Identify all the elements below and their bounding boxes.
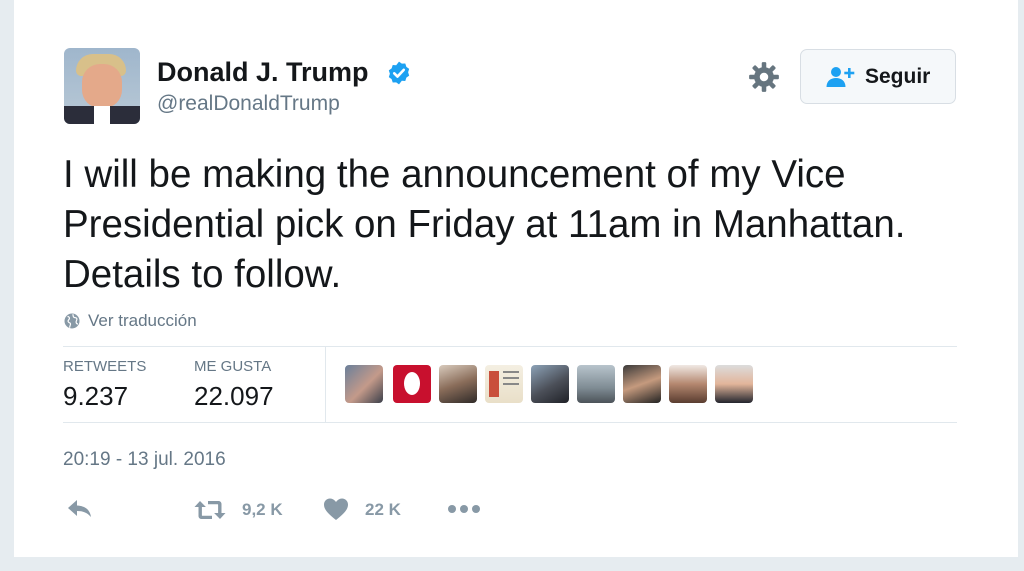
- retweet-button[interactable]: 9,2 K: [193, 497, 293, 523]
- likes-label: ME GUSTA: [194, 358, 272, 375]
- gear-icon[interactable]: [747, 60, 781, 94]
- translate-label: Ver traducción: [88, 311, 197, 330]
- liker-avatar-default[interactable]: [393, 365, 431, 403]
- divider: [63, 422, 957, 423]
- liker-avatar[interactable]: [531, 365, 569, 403]
- tweet-text: I will be making the announcement of my …: [63, 153, 906, 296]
- tweet-timestamp[interactable]: 20:19 - 13 jul. 2016: [63, 449, 226, 471]
- liker-avatar[interactable]: [439, 365, 477, 403]
- globe-icon: [64, 313, 80, 329]
- liker-avatar[interactable]: [485, 365, 523, 403]
- retweets-value: 9.237: [63, 381, 129, 411]
- retweet-icon: [194, 501, 226, 519]
- likes-value: 22.097: [194, 381, 274, 411]
- heart-icon: [324, 498, 348, 520]
- page-margin-right: [1018, 0, 1024, 571]
- like-count: 22 K: [365, 500, 401, 519]
- more-dots-icon[interactable]: [447, 503, 481, 515]
- stats-divider: [325, 347, 326, 422]
- liker-avatar[interactable]: [577, 365, 615, 403]
- liker-avatar[interactable]: [345, 365, 383, 403]
- user-display-name[interactable]: Donald J. Trump: [157, 57, 369, 88]
- liker-avatar[interactable]: [669, 365, 707, 403]
- retweets-label: RETWEETS: [63, 358, 147, 375]
- like-button[interactable]: 22 K: [323, 496, 413, 522]
- reply-icon[interactable]: [66, 498, 94, 520]
- follow-button[interactable]: Seguir: [800, 49, 956, 104]
- retweet-count: 9,2 K: [242, 500, 283, 519]
- page-margin-bottom: [0, 557, 1024, 571]
- user-handle[interactable]: @realDonaldTrump: [157, 92, 340, 116]
- add-user-icon: [826, 67, 855, 87]
- liker-avatar[interactable]: [715, 365, 753, 403]
- liker-avatar[interactable]: [623, 365, 661, 403]
- page-margin-left: [0, 0, 14, 571]
- profile-avatar[interactable]: [64, 48, 140, 124]
- verified-badge-icon: [388, 61, 410, 85]
- follow-button-label: Seguir: [865, 65, 931, 88]
- divider: [63, 346, 957, 347]
